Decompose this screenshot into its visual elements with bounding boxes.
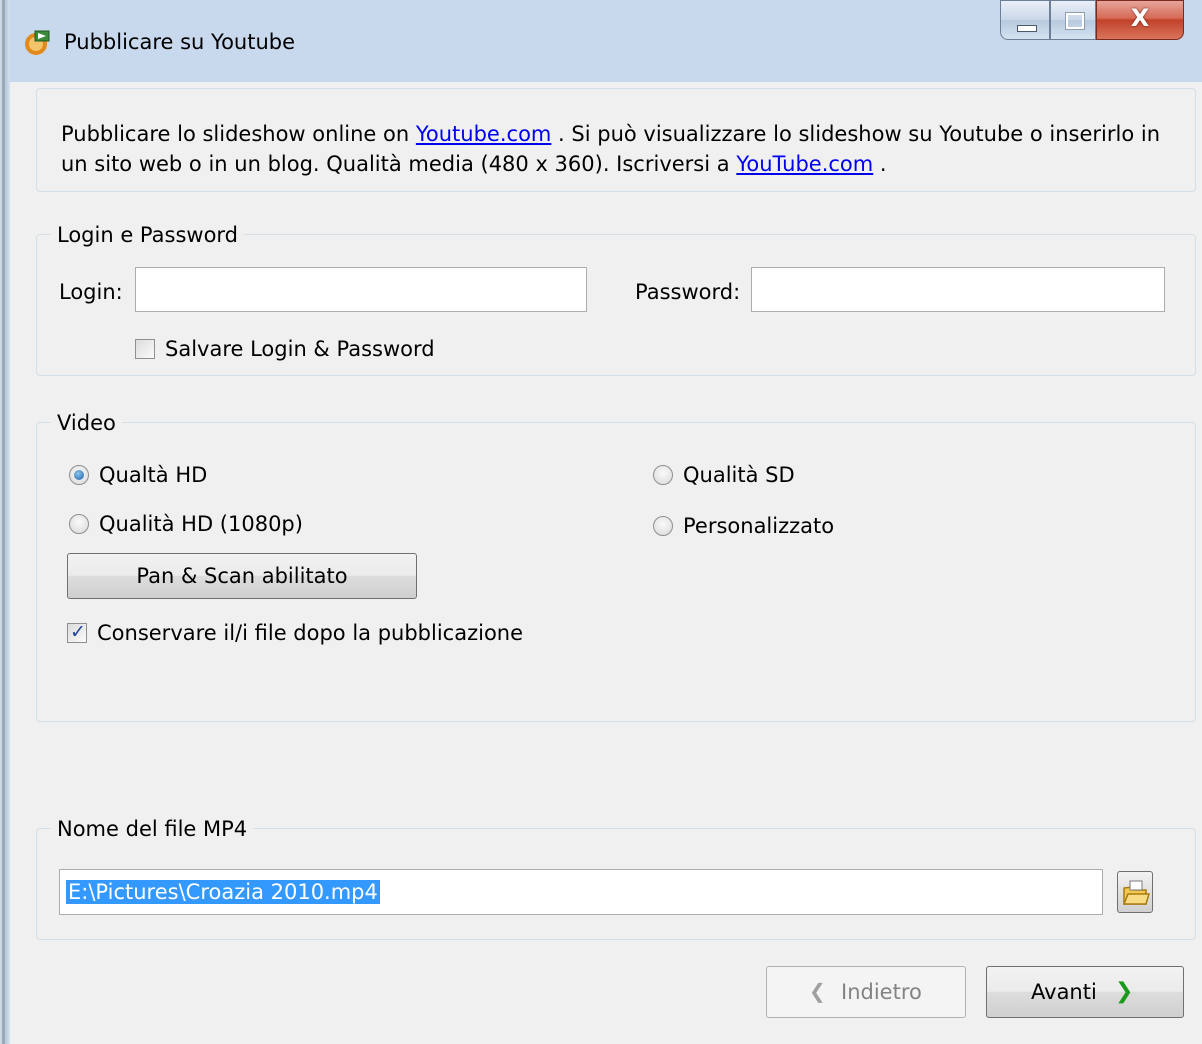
radio-custom-label[interactable]: Personalizzato <box>683 512 834 540</box>
radio-hd-1080p-label[interactable]: Qualità HD (1080p) <box>99 510 303 538</box>
youtube-link-2[interactable]: YouTube.com <box>736 152 873 176</box>
close-icon: X <box>1130 4 1150 32</box>
close-button[interactable]: X <box>1096 0 1184 40</box>
password-label: Password: <box>635 280 741 304</box>
next-arrow-icon: ❯ <box>1115 979 1134 1004</box>
radio-custom[interactable] <box>653 516 673 536</box>
folder-icon <box>1122 880 1151 905</box>
login-input[interactable] <box>135 267 587 312</box>
minimize-icon <box>1017 25 1037 32</box>
radio-selected-dot <box>74 470 84 480</box>
checkmark-icon: ✓ <box>70 621 86 643</box>
file-path-input[interactable]: E:\Pictures\Croazia 2010.mp4 <box>59 869 1103 915</box>
intro-text-part-3: . <box>873 152 887 176</box>
video-group: Video Qualtà HD Qualità HD (1080p) Quali… <box>36 409 1196 722</box>
window-title: Pubblicare su Youtube <box>64 30 296 54</box>
browse-file-button[interactable] <box>1117 871 1153 913</box>
file-path-value: E:\Pictures\Croazia 2010.mp4 <box>66 880 380 904</box>
pan-scan-button[interactable]: Pan & Scan abilitato <box>67 553 417 599</box>
maximize-button[interactable] <box>1050 0 1096 40</box>
intro-text-part-1: Pubblicare lo slideshow online on <box>61 122 416 146</box>
video-group-legend: Video <box>51 409 122 437</box>
title-bar[interactable]: Pubblicare su Youtube X <box>10 0 1202 82</box>
save-login-checkbox[interactable] <box>135 339 155 359</box>
next-button-label: Avanti <box>1031 980 1097 1004</box>
radio-sd-quality[interactable] <box>653 465 673 485</box>
password-input[interactable] <box>751 267 1165 312</box>
radio-hd-quality[interactable] <box>69 465 89 485</box>
app-icon <box>25 30 50 55</box>
save-login-label[interactable]: Salvare Login & Password <box>165 335 435 363</box>
radio-hd-quality-label[interactable]: Qualtà HD <box>99 461 207 489</box>
back-button-label: Indietro <box>841 980 922 1004</box>
back-arrow-icon: ❮ <box>809 979 826 1003</box>
publish-youtube-dialog: Pubblicare su Youtube X Pubblicare lo sl… <box>0 0 1202 1044</box>
next-button[interactable]: Avanti ❯ <box>986 966 1184 1018</box>
login-group-legend: Login e Password <box>51 221 245 249</box>
back-button[interactable]: ❮ Indietro <box>766 966 966 1018</box>
file-name-group-legend: Nome del file MP4 <box>51 815 254 843</box>
login-label: Login: <box>59 280 123 304</box>
file-name-group: Nome del file MP4 E:\Pictures\Croazia 20… <box>36 815 1196 940</box>
intro-text: Pubblicare lo slideshow online on Youtub… <box>61 119 1181 179</box>
dialog-content: Pubblicare lo slideshow online on Youtub… <box>10 82 1202 1044</box>
keep-files-checkbox[interactable]: ✓ <box>67 621 87 643</box>
caption-buttons: X <box>1000 0 1200 40</box>
minimize-button[interactable] <box>1000 0 1050 40</box>
login-group: Login e Password Login: Password: Salvar… <box>36 221 1196 376</box>
window-left-frame <box>0 0 10 1044</box>
maximize-icon <box>1065 12 1085 30</box>
intro-panel: Pubblicare lo slideshow online on Youtub… <box>36 88 1196 192</box>
radio-hd-1080p[interactable] <box>69 514 89 534</box>
radio-sd-quality-label[interactable]: Qualità SD <box>683 461 795 489</box>
youtube-link-1[interactable]: Youtube.com <box>416 122 552 146</box>
keep-files-label[interactable]: Conservare il/i file dopo la pubblicazio… <box>97 619 523 647</box>
